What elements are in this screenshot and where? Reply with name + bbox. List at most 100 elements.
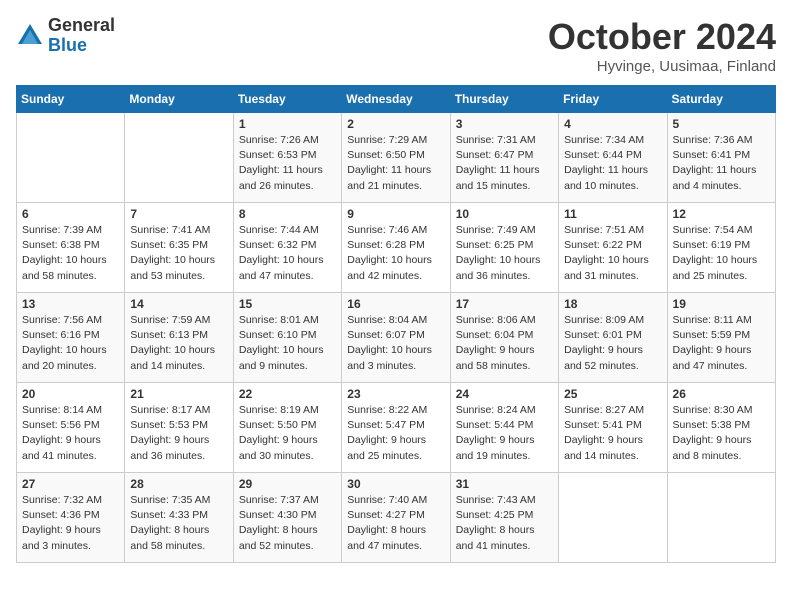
day-detail: Sunrise: 8:30 AMSunset: 5:38 PMDaylight:… (673, 403, 770, 464)
day-number: 16 (347, 297, 444, 311)
day-number: 20 (22, 387, 119, 401)
calendar-cell: 22 Sunrise: 8:19 AMSunset: 5:50 PMDayligh… (233, 383, 341, 473)
calendar-week-1: 6Sunrise: 7:39 AMSunset: 6:38 PMDaylight… (17, 203, 776, 293)
calendar-week-3: 20Sunrise: 8:14 AMSunset: 5:56 PMDayligh… (17, 383, 776, 473)
day-number: 29 (239, 477, 336, 491)
calendar-cell: 9 Sunrise: 7:46 AMSunset: 6:28 PMDaylight… (342, 203, 450, 293)
day-detail: Sunrise: 8:24 AMSunset: 5:44 PMDaylight:… (456, 403, 553, 464)
calendar-cell: 18Sunrise: 8:09 AMSunset: 6:01 PMDayligh… (559, 293, 667, 383)
day-detail: Sunrise: 7:29 AMSunset: 6:50 PMDaylight:… (347, 133, 444, 194)
day-number: 5 (673, 117, 770, 131)
day-detail: Sunrise: 7:32 AMSunset: 4:36 PMDaylight:… (22, 493, 119, 554)
day-detail: Sunrise: 8:19 AMSunset: 5:50 PMDaylight:… (239, 403, 336, 464)
day-detail: Sunrise: 7:54 AMSunset: 6:19 PMDaylight:… (673, 223, 770, 284)
day-detail: Sunrise: 8:04 AMSunset: 6:07 PMDaylight:… (347, 313, 444, 374)
day-detail: Sunrise: 8:09 AMSunset: 6:01 PMDaylight:… (564, 313, 661, 374)
logo-general: General (48, 16, 115, 36)
day-detail: Sunrise: 7:59 AMSunset: 6:13 PMDaylight:… (130, 313, 227, 374)
day-detail: Sunrise: 8:11 AMSunset: 5:59 PMDaylight:… (673, 313, 770, 374)
col-thursday: Thursday (450, 86, 558, 113)
day-detail: Sunrise: 7:35 AMSunset: 4:33 PMDaylight:… (130, 493, 227, 554)
day-detail: Sunrise: 7:34 AMSunset: 6:44 PMDaylight:… (564, 133, 661, 194)
calendar-cell: 30 Sunrise: 7:40 AMSunset: 4:27 PMDayligh… (342, 473, 450, 563)
header-row: Sunday Monday Tuesday Wednesday Thursday… (17, 86, 776, 113)
calendar-cell: 29 Sunrise: 7:37 AMSunset: 4:30 PMDayligh… (233, 473, 341, 563)
day-detail: Sunrise: 7:51 AMSunset: 6:22 PMDaylight:… (564, 223, 661, 284)
day-number: 11 (564, 207, 661, 221)
calendar-cell (559, 473, 667, 563)
logo-blue: Blue (48, 36, 115, 56)
calendar-cell: 15Sunrise: 8:01 AMSunset: 6:10 PMDayligh… (233, 293, 341, 383)
calendar-cell: 16 Sunrise: 8:04 AMSunset: 6:07 PMDayligh… (342, 293, 450, 383)
day-detail: Sunrise: 7:44 AMSunset: 6:32 PMDaylight:… (239, 223, 336, 284)
day-number: 21 (130, 387, 227, 401)
day-detail: Sunrise: 7:37 AMSunset: 4:30 PMDaylight:… (239, 493, 336, 554)
col-saturday: Saturday (667, 86, 775, 113)
day-number: 23 (347, 387, 444, 401)
day-number: 26 (673, 387, 770, 401)
calendar-cell: 19 Sunrise: 8:11 AMSunset: 5:59 PMDayligh… (667, 293, 775, 383)
calendar-table: Sunday Monday Tuesday Wednesday Thursday… (16, 85, 776, 563)
day-number: 17 (456, 297, 553, 311)
calendar-cell: 26 Sunrise: 8:30 AMSunset: 5:38 PMDayligh… (667, 383, 775, 473)
calendar-cell: 28 Sunrise: 7:35 AMSunset: 4:33 PMDayligh… (125, 473, 233, 563)
calendar-title: October 2024 (548, 16, 776, 58)
calendar-cell (667, 473, 775, 563)
calendar-cell: 25Sunrise: 8:27 AMSunset: 5:41 PMDayligh… (559, 383, 667, 473)
day-number: 10 (456, 207, 553, 221)
day-number: 12 (673, 207, 770, 221)
calendar-cell: 10Sunrise: 7:49 AMSunset: 6:25 PMDayligh… (450, 203, 558, 293)
calendar-cell: 31 Sunrise: 7:43 AMSunset: 4:25 PMDayligh… (450, 473, 558, 563)
day-detail: Sunrise: 7:26 AMSunset: 6:53 PMDaylight:… (239, 133, 336, 194)
day-number: 9 (347, 207, 444, 221)
day-number: 22 (239, 387, 336, 401)
calendar-subtitle: Hyvinge, Uusimaa, Finland (548, 58, 776, 75)
calendar-cell: 20Sunrise: 8:14 AMSunset: 5:56 PMDayligh… (17, 383, 125, 473)
day-detail: Sunrise: 8:17 AMSunset: 5:53 PMDaylight:… (130, 403, 227, 464)
col-sunday: Sunday (17, 86, 125, 113)
calendar-cell: 13Sunrise: 7:56 AMSunset: 6:16 PMDayligh… (17, 293, 125, 383)
calendar-cell: 24 Sunrise: 8:24 AMSunset: 5:44 PMDayligh… (450, 383, 558, 473)
calendar-cell: 23Sunrise: 8:22 AMSunset: 5:47 PMDayligh… (342, 383, 450, 473)
calendar-cell: 14 Sunrise: 7:59 AMSunset: 6:13 PMDayligh… (125, 293, 233, 383)
calendar-cell: 11 Sunrise: 7:51 AMSunset: 6:22 PMDayligh… (559, 203, 667, 293)
day-number: 31 (456, 477, 553, 491)
calendar-cell (17, 113, 125, 203)
day-number: 15 (239, 297, 336, 311)
col-monday: Monday (125, 86, 233, 113)
calendar-cell: 7 Sunrise: 7:41 AMSunset: 6:35 PMDaylight… (125, 203, 233, 293)
logo-icon (16, 22, 44, 50)
day-number: 7 (130, 207, 227, 221)
day-number: 1 (239, 117, 336, 131)
calendar-cell: 21 Sunrise: 8:17 AMSunset: 5:53 PMDayligh… (125, 383, 233, 473)
day-detail: Sunrise: 7:43 AMSunset: 4:25 PMDaylight:… (456, 493, 553, 554)
day-detail: Sunrise: 7:36 AMSunset: 6:41 PMDaylight:… (673, 133, 770, 194)
day-number: 13 (22, 297, 119, 311)
day-number: 27 (22, 477, 119, 491)
day-detail: Sunrise: 7:41 AMSunset: 6:35 PMDaylight:… (130, 223, 227, 284)
day-number: 8 (239, 207, 336, 221)
day-number: 19 (673, 297, 770, 311)
calendar-cell: 12 Sunrise: 7:54 AMSunset: 6:19 PMDayligh… (667, 203, 775, 293)
calendar-cell (125, 113, 233, 203)
col-friday: Friday (559, 86, 667, 113)
calendar-cell: 1 Sunrise: 7:26 AMSunset: 6:53 PMDaylight… (233, 113, 341, 203)
calendar-cell: 2Sunrise: 7:29 AMSunset: 6:50 PMDaylight… (342, 113, 450, 203)
calendar-week-0: 1 Sunrise: 7:26 AMSunset: 6:53 PMDaylight… (17, 113, 776, 203)
calendar-cell: 6Sunrise: 7:39 AMSunset: 6:38 PMDaylight… (17, 203, 125, 293)
logo: General Blue (16, 16, 115, 56)
logo-text: General Blue (48, 16, 115, 56)
col-tuesday: Tuesday (233, 86, 341, 113)
day-number: 25 (564, 387, 661, 401)
calendar-header: Sunday Monday Tuesday Wednesday Thursday… (17, 86, 776, 113)
day-number: 30 (347, 477, 444, 491)
day-number: 28 (130, 477, 227, 491)
calendar-week-2: 13Sunrise: 7:56 AMSunset: 6:16 PMDayligh… (17, 293, 776, 383)
day-number: 24 (456, 387, 553, 401)
day-detail: Sunrise: 7:46 AMSunset: 6:28 PMDaylight:… (347, 223, 444, 284)
day-number: 14 (130, 297, 227, 311)
calendar-cell: 17Sunrise: 8:06 AMSunset: 6:04 PMDayligh… (450, 293, 558, 383)
calendar-week-4: 27 Sunrise: 7:32 AMSunset: 4:36 PMDayligh… (17, 473, 776, 563)
day-detail: Sunrise: 7:40 AMSunset: 4:27 PMDaylight:… (347, 493, 444, 554)
day-detail: Sunrise: 7:31 AMSunset: 6:47 PMDaylight:… (456, 133, 553, 194)
